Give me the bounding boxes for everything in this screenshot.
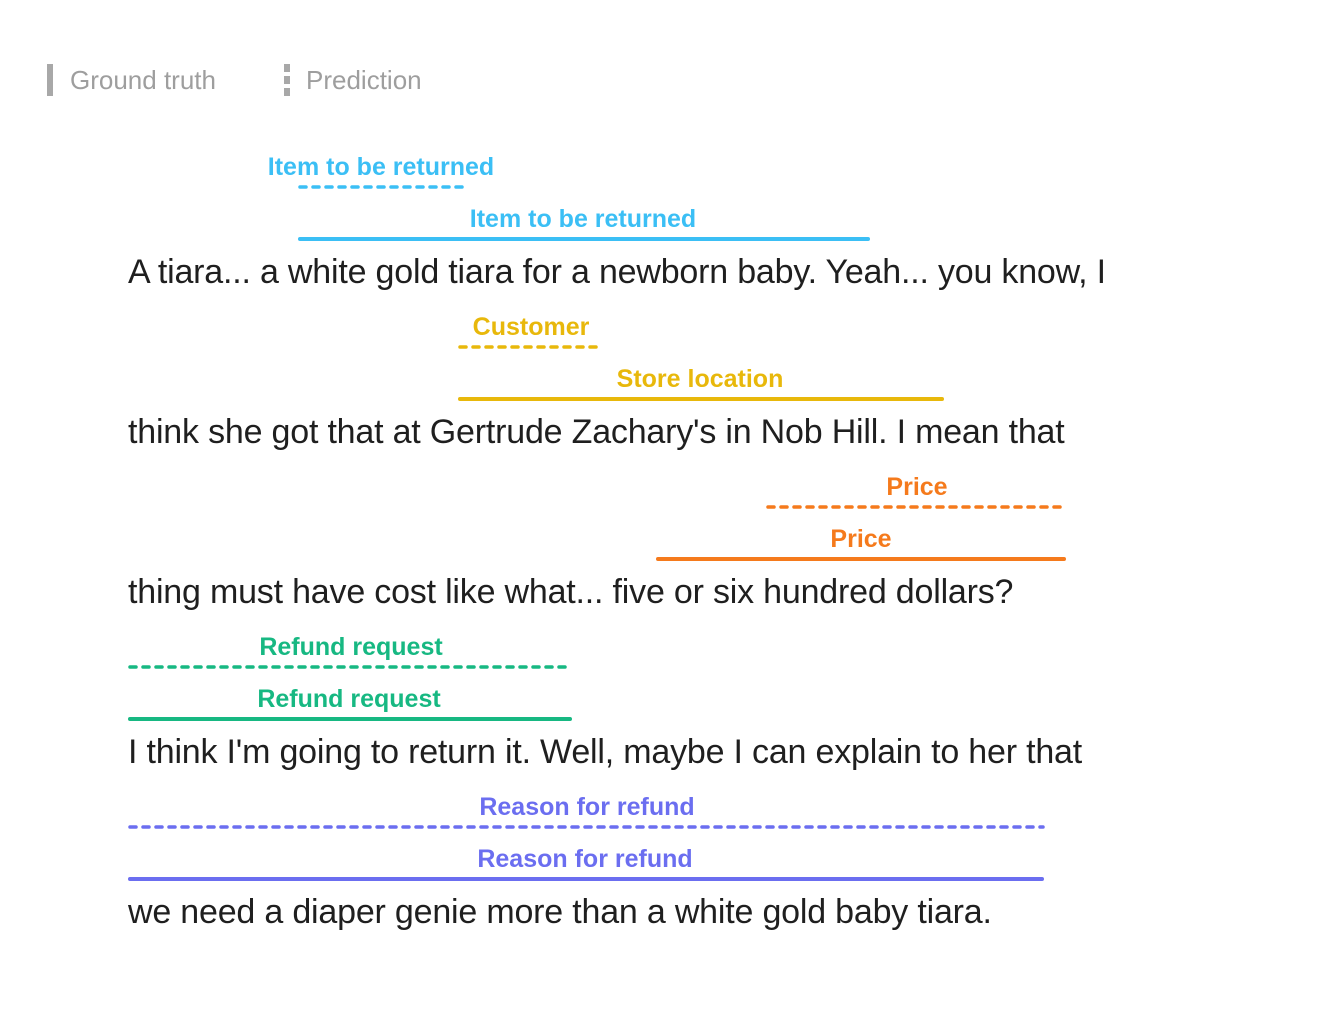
legend-ground-truth-label: Ground truth <box>70 65 216 95</box>
prediction-span-dashed-underline <box>458 345 603 349</box>
ground-truth-span-underline <box>128 717 572 721</box>
prediction-span-dashed-underline <box>298 185 464 189</box>
ground-truth-span-label: Refund request <box>257 685 441 713</box>
ground-truth-span-label: Item to be returned <box>469 205 697 233</box>
prediction-span-label: Item to be returned <box>267 153 495 181</box>
ground-truth-span-label: Reason for refund <box>477 845 693 873</box>
prediction-span-label: Price <box>886 473 948 501</box>
ground-truth-span-underline <box>458 397 944 401</box>
ground-truth-span-underline <box>656 557 1066 561</box>
ground-truth-span-underline <box>298 237 870 241</box>
legend-prediction-label: Prediction <box>306 65 422 95</box>
prediction-span-dashed-underline <box>128 665 573 669</box>
ground-truth-span-label: Store location <box>616 365 784 393</box>
transcript-line: A tiara... a white gold tiara for a newb… <box>128 253 1106 291</box>
transcript-line: we need a diaper genie more than a white… <box>128 893 992 931</box>
ground-truth-solid-marker-icon <box>47 64 53 96</box>
transcript-line: thing must have cost like what... five o… <box>128 573 1014 611</box>
prediction-span-label: Reason for refund <box>479 793 695 821</box>
prediction-span-label: Customer <box>472 313 590 341</box>
transcript-line: I think I'm going to return it. Well, ma… <box>128 733 1082 771</box>
ground-truth-span-underline <box>128 877 1044 881</box>
prediction-span-dashed-underline <box>766 505 1067 509</box>
ground-truth-span-label: Price <box>830 525 892 553</box>
prediction-span-dashed-underline <box>128 825 1045 829</box>
prediction-span-label: Refund request <box>259 633 443 661</box>
transcript-line: think she got that at Gertrude Zachary's… <box>128 413 1065 451</box>
